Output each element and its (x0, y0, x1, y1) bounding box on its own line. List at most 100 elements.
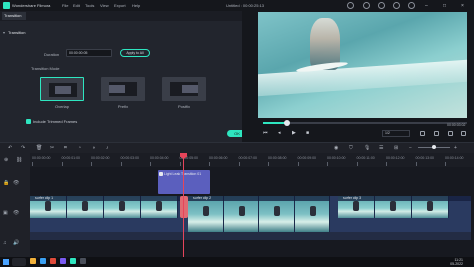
zoom-out-icon[interactable]: − (409, 145, 412, 151)
add-track-icon[interactable]: ⊕ (4, 157, 8, 163)
filmora-logo-icon (3, 2, 10, 9)
link-icon[interactable]: ⛓ (16, 157, 22, 163)
video-clip[interactable]: surfer clip 1 (30, 196, 180, 218)
ruler-tick-mark (386, 162, 387, 166)
apply-to-all-button[interactable]: Apply to All (120, 49, 150, 57)
audio-track-icon: ♫ (3, 240, 7, 246)
preview-video (258, 12, 467, 118)
menu-edit[interactable]: Edit (73, 3, 80, 8)
include-trimmed-checkbox[interactable] (26, 119, 31, 124)
light-icon[interactable] (363, 2, 370, 9)
settings-icon[interactable] (80, 258, 86, 264)
play-icon[interactable]: ▶ (292, 130, 296, 136)
ruler-tick-label: 00:00:10:00 (327, 156, 346, 160)
menu-help[interactable]: Help (132, 3, 140, 8)
cut-icon[interactable]: ✂ (50, 145, 54, 151)
fullscreen-icon[interactable] (461, 131, 466, 136)
clock-date: 05-2022 (450, 262, 463, 266)
tab-transition[interactable]: Transition (2, 12, 26, 20)
title-clip[interactable]: Light Leak Transition 01 (158, 170, 210, 194)
taskbar-search[interactable] (12, 258, 26, 266)
mode-label-overlap: Overlap (54, 104, 69, 109)
preview-progress-track[interactable] (263, 122, 467, 124)
audio-track (30, 232, 471, 240)
edge-icon[interactable] (40, 258, 46, 264)
minimize-button[interactable]: – (425, 3, 428, 9)
delete-icon[interactable]: 🗑 (36, 145, 42, 151)
ruler-tick-mark (356, 162, 358, 166)
ruler-tick-mark (120, 162, 122, 166)
zoom-slider-knob[interactable] (432, 145, 436, 149)
track-lock-icon[interactable]: 🔒 (3, 180, 9, 186)
transition-mode-label: Transition Mode (31, 66, 60, 71)
zoom-in-icon[interactable]: + (454, 145, 457, 151)
maximize-button[interactable]: □ (443, 3, 446, 9)
wave-image-detail (258, 59, 467, 97)
section-heading: Transition (8, 30, 26, 35)
undo-icon[interactable]: ↶ (8, 145, 12, 151)
menu-tools[interactable]: Tools (85, 3, 94, 8)
snapshot-icon[interactable] (434, 131, 439, 136)
mic-icon[interactable]: 🎙 (364, 145, 370, 151)
preview-quality-select[interactable]: 1/2 (382, 130, 410, 137)
mode-card-postfix[interactable] (162, 77, 206, 101)
color-icon[interactable]: ◑ (92, 145, 95, 151)
mode-card-prefix[interactable] (101, 77, 145, 101)
ruler-tick-mark (150, 162, 151, 166)
ruler-tick-label: 00:00:09:00 (297, 156, 317, 160)
filmora-taskbar-icon[interactable] (70, 258, 76, 264)
mode-card-overlap[interactable] (40, 77, 84, 101)
prev-frame-icon[interactable]: ⏮ (263, 130, 268, 136)
render-icon[interactable] (420, 131, 425, 136)
download-icon[interactable] (408, 2, 415, 9)
ruler-tick-label: 00:00:13:00 (415, 156, 435, 160)
speed-icon[interactable]: ◔ (78, 145, 81, 151)
audio-icon[interactable]: ♪ (106, 145, 109, 151)
volume-icon[interactable] (448, 131, 453, 136)
step-back-icon[interactable]: ◂ (278, 130, 281, 136)
mode-label-prefix: Prefix (117, 104, 129, 109)
clip-header: surfer clip 3 (338, 196, 471, 201)
ruler-tick-label: 00:00:11:00 (356, 156, 375, 160)
account-icon[interactable] (347, 2, 354, 9)
stop-icon[interactable]: ■ (306, 130, 309, 136)
audio-track-mute-icon[interactable]: 🔊 (13, 240, 19, 246)
ruler-tick-mark (238, 162, 240, 166)
shield-icon[interactable]: ⛉ (349, 145, 353, 151)
render-preview-icon[interactable]: ◉ (334, 145, 338, 151)
close-button[interactable]: × (461, 3, 464, 9)
menu-export[interactable]: Export (114, 3, 126, 8)
crop-icon[interactable]: ⌗ (64, 145, 67, 151)
duration-label: Duration (44, 52, 60, 57)
ruler-tick-label: 00:00:07:00 (238, 156, 258, 160)
store-icon[interactable] (60, 258, 66, 264)
menu-view[interactable]: View (100, 3, 109, 8)
ruler-tick-label: 00:00:04:00 (150, 156, 169, 160)
ruler-tick-mark (179, 162, 181, 166)
clip-thumbnail (223, 196, 259, 232)
snap-icon[interactable]: ⊞ (394, 145, 398, 151)
clip-thumbnail (259, 196, 295, 232)
track-eye-icon[interactable]: 👁 (13, 180, 19, 186)
windows-start-icon[interactable] (3, 259, 9, 265)
ruler-tick-label: 00:00:03:00 (120, 156, 140, 160)
file-explorer-icon[interactable] (30, 258, 36, 264)
video-track-eye-icon[interactable]: 👁 (13, 210, 19, 216)
preview-timecode: 00:00:03:02 (447, 123, 466, 127)
chrome-icon[interactable] (50, 258, 56, 264)
headphones-icon[interactable] (378, 2, 385, 9)
voiceover-icon[interactable]: ☰ (379, 145, 383, 151)
redo-icon[interactable]: ↷ (21, 145, 25, 151)
overlap-thumbnail-inner (55, 86, 71, 94)
notification-icon[interactable] (393, 2, 400, 9)
menu-file[interactable]: File (62, 3, 68, 8)
transition-marker[interactable] (180, 196, 188, 218)
video-clip[interactable]: surfer clip 3 (338, 196, 471, 218)
playhead[interactable] (183, 153, 184, 257)
include-trimmed-label: Include Trimmed Frames (33, 119, 78, 124)
ruler-tick-mark (445, 162, 446, 166)
collapse-arrow-icon[interactable]: ▾ (3, 30, 5, 35)
video-clip[interactable]: surfer clip 2 (188, 196, 330, 232)
taskbar-clock: 11:21 05-2022 (443, 258, 463, 266)
duration-input[interactable]: 00:00:00:05 (66, 49, 112, 57)
